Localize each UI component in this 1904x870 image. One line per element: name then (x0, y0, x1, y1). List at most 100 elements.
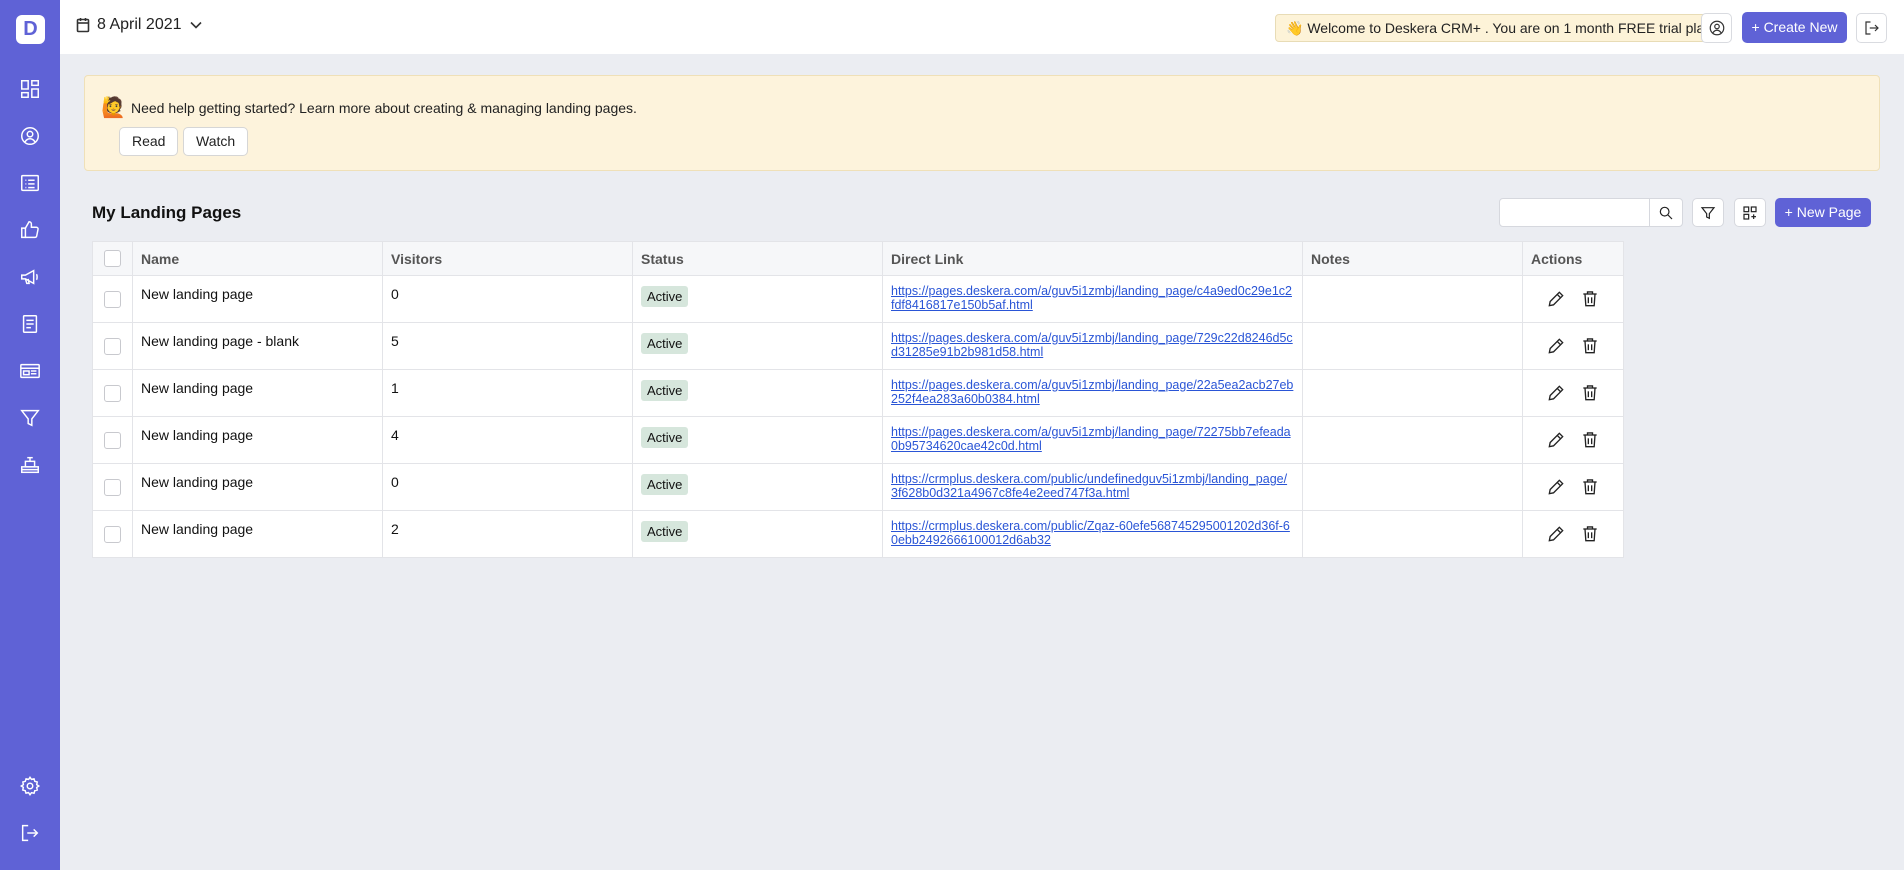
list-icon[interactable] (18, 171, 42, 195)
thumbs-up-icon[interactable] (18, 218, 42, 242)
trash-icon[interactable] (1580, 524, 1600, 544)
page-name[interactable]: New landing page - blank (132, 322, 383, 370)
pipeline-icon[interactable] (18, 453, 42, 477)
date-selector[interactable]: 8 April 2021 (76, 16, 203, 34)
table-row: New landing page 1 Active https://pages.… (92, 369, 1624, 417)
logout-icon[interactable] (18, 821, 42, 845)
actions-cell (1522, 369, 1624, 417)
megaphone-icon[interactable] (18, 265, 42, 289)
notes-cell[interactable] (1302, 322, 1523, 370)
row-checkbox[interactable] (104, 431, 121, 449)
row-select-cell (92, 510, 133, 558)
landing-pages-table: Name Visitors Status Direct Link Notes A… (92, 241, 1624, 558)
contacts-icon[interactable] (18, 124, 42, 148)
direct-link-cell: https://crmplus.deskera.com/public/Zqaz-… (882, 510, 1303, 558)
status-cell: Active (632, 463, 883, 511)
page-title: My Landing Pages (92, 203, 242, 222)
direct-link-cell: https://crmplus.deskera.com/public/undef… (882, 463, 1303, 511)
visitor-count: 5 (382, 322, 633, 370)
column-header-notes[interactable]: Notes (1302, 241, 1523, 276)
column-header-visitors[interactable]: Visitors (382, 241, 633, 276)
create-new-button[interactable]: + Create New (1742, 12, 1847, 43)
select-all-cell (92, 241, 133, 276)
filter-icon (1700, 206, 1716, 219)
status-badge: Active (641, 333, 689, 354)
logout-icon (1864, 21, 1879, 35)
notes-cell[interactable] (1302, 369, 1523, 417)
help-text: Need help getting started? Learn more ab… (131, 100, 637, 116)
table-row: New landing page 4 Active https://pages.… (92, 416, 1624, 464)
deskera-logo[interactable]: D (16, 15, 45, 44)
logout-button[interactable] (1856, 13, 1887, 43)
table-row: New landing page 0 Active https://pages.… (92, 275, 1624, 323)
search-box (1499, 198, 1683, 227)
search-button[interactable] (1649, 199, 1682, 226)
column-header-name[interactable]: Name (132, 241, 383, 276)
notes-cell[interactable] (1302, 463, 1523, 511)
direct-link[interactable]: https://pages.deskera.com/a/guv5i1zmbj/l… (891, 378, 1294, 406)
funnel-icon[interactable] (18, 406, 42, 430)
page-name[interactable]: New landing page (132, 416, 383, 464)
edit-icon[interactable] (1546, 383, 1566, 403)
trash-icon[interactable] (1580, 336, 1600, 356)
direct-link[interactable]: https://pages.deskera.com/a/guv5i1zmbj/l… (891, 425, 1294, 453)
trash-icon[interactable] (1580, 289, 1600, 309)
row-checkbox[interactable] (104, 290, 121, 308)
add-column-button[interactable] (1734, 198, 1766, 227)
direct-link[interactable]: https://pages.deskera.com/a/guv5i1zmbj/l… (891, 331, 1294, 359)
gear-icon[interactable] (18, 774, 42, 798)
edit-icon[interactable] (1546, 477, 1566, 497)
watch-button[interactable]: Watch (183, 127, 249, 156)
profile-button[interactable] (1701, 13, 1732, 43)
direct-link[interactable]: https://pages.deskera.com/a/guv5i1zmbj/l… (891, 284, 1294, 312)
edit-icon[interactable] (1546, 524, 1566, 544)
trial-text: Welcome to Deskera CRM+ . You are on 1 m… (1307, 20, 1716, 36)
landing-pages-icon[interactable] (18, 359, 42, 383)
column-header-status[interactable]: Status (632, 241, 883, 276)
select-all-checkbox[interactable] (104, 250, 121, 268)
row-checkbox[interactable] (104, 525, 121, 543)
sidebar: D (0, 0, 60, 870)
status-badge: Active (641, 427, 689, 448)
notes-cell[interactable] (1302, 416, 1523, 464)
notes-cell[interactable] (1302, 510, 1523, 558)
dashboard-icon[interactable] (18, 77, 42, 101)
status-badge: Active (641, 474, 689, 495)
new-page-button[interactable]: + New Page (1775, 198, 1871, 227)
current-date: 8 April 2021 (97, 16, 182, 33)
read-button[interactable]: Read (119, 127, 179, 156)
trash-icon[interactable] (1580, 383, 1600, 403)
chevron-down-icon (189, 21, 202, 29)
column-header-direct-link[interactable]: Direct Link (882, 241, 1303, 276)
status-badge: Active (641, 286, 689, 307)
filter-button[interactable] (1692, 198, 1724, 227)
direct-link[interactable]: https://crmplus.deskera.com/public/undef… (891, 472, 1294, 500)
user-circle-icon (1709, 20, 1724, 36)
row-checkbox[interactable] (104, 337, 121, 355)
page-name[interactable]: New landing page (132, 369, 383, 417)
table-header-row: Name Visitors Status Direct Link Notes A… (92, 241, 1624, 276)
edit-icon[interactable] (1546, 289, 1566, 309)
table-row: New landing page 2 Active https://crmplu… (92, 510, 1624, 558)
notes-cell[interactable] (1302, 275, 1523, 323)
edit-icon[interactable] (1546, 336, 1566, 356)
page-name[interactable]: New landing page (132, 510, 383, 558)
edit-icon[interactable] (1546, 430, 1566, 450)
direct-link[interactable]: https://crmplus.deskera.com/public/Zqaz-… (891, 519, 1294, 547)
row-checkbox[interactable] (104, 384, 121, 402)
trash-icon[interactable] (1580, 430, 1600, 450)
row-checkbox[interactable] (104, 478, 121, 496)
wave-emoji-icon: 👋 (1286, 20, 1304, 36)
table-row: New landing page - blank 5 Active https:… (92, 322, 1624, 370)
actions-cell (1522, 416, 1624, 464)
table-row: New landing page 0 Active https://crmplu… (92, 463, 1624, 511)
direct-link-cell: https://pages.deskera.com/a/guv5i1zmbj/l… (882, 416, 1303, 464)
page-name[interactable]: New landing page (132, 463, 383, 511)
search-input[interactable] (1501, 200, 1647, 225)
page-name[interactable]: New landing page (132, 275, 383, 323)
grid-plus-icon (1743, 205, 1757, 220)
direct-link-cell: https://pages.deskera.com/a/guv5i1zmbj/l… (882, 369, 1303, 417)
column-header-actions: Actions (1522, 241, 1624, 276)
trash-icon[interactable] (1580, 477, 1600, 497)
document-icon[interactable] (18, 312, 42, 336)
